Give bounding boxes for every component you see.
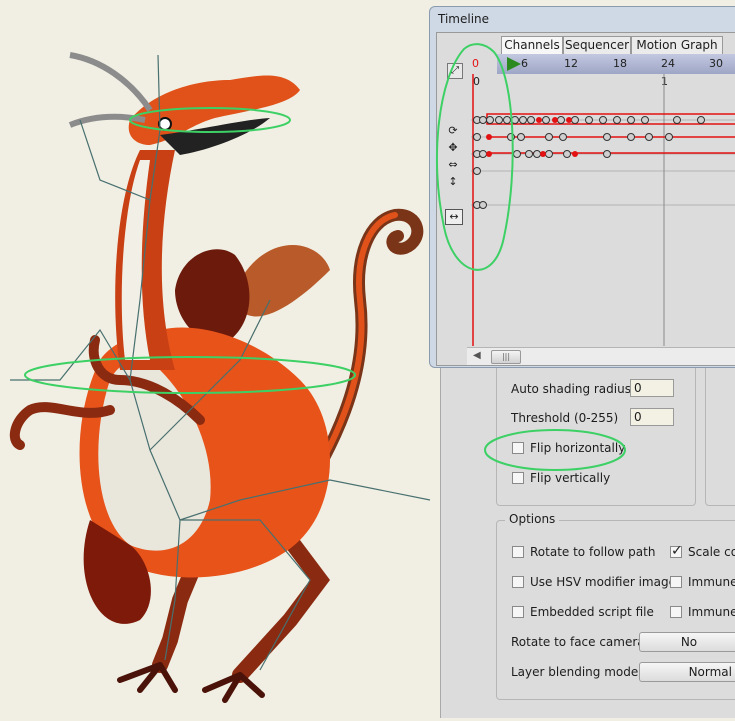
ruler-tick-24: 24 — [661, 57, 675, 70]
ruler-tick-18: 18 — [613, 57, 627, 70]
frame-ruler[interactable]: 0 6 12 18 24 30 — [472, 54, 735, 74]
rotate-face-camera-dropdown[interactable]: No — [639, 632, 735, 652]
rotate-follow-path-checkbox[interactable] — [512, 546, 524, 558]
timeline-window: Timeline ⤢ ⟳ ✥ ⇔ ↕ ↔ Channels Sequencer … — [429, 6, 735, 368]
auto-shading-radius-label: Auto shading radius — [511, 382, 631, 396]
tab-sequencer[interactable]: Sequencer — [563, 36, 631, 54]
timeline-title: Timeline — [438, 12, 490, 26]
ruler-tick-12: 12 — [564, 57, 578, 70]
embedded-script-checkbox[interactable] — [512, 606, 524, 618]
scroll-thumb[interactable]: ||| — [491, 350, 521, 364]
options-title: Options — [505, 512, 560, 526]
timeline-horizontal-scrollbar[interactable]: ◀ ||| — [467, 347, 735, 365]
annotation-circle — [484, 429, 626, 471]
rotate-follow-path-label[interactable]: Rotate to follow path — [530, 545, 655, 559]
use-hsv-checkbox[interactable] — [512, 576, 524, 588]
tab-motion-graph[interactable]: Motion Graph — [631, 36, 723, 54]
layer-blending-dropdown[interactable]: Normal — [639, 662, 735, 682]
immune-label-2[interactable]: Immune — [688, 605, 735, 619]
character-illustration — [9, 52, 431, 703]
immune-checkbox-2[interactable] — [670, 606, 682, 618]
ruler-tick-30: 30 — [709, 57, 723, 70]
immune-label-1[interactable]: Immune — [688, 575, 735, 589]
layer-blending-label: Layer blending mode — [511, 665, 639, 679]
scroll-left-icon[interactable]: ◀ — [473, 350, 481, 361]
character-canvas[interactable] — [0, 0, 440, 718]
use-hsv-label[interactable]: Use HSV modifier image — [530, 575, 676, 589]
scale-comp-label[interactable]: Scale com — [688, 545, 735, 559]
scale-comp-checkbox[interactable] — [670, 543, 683, 559]
embedded-script-label[interactable]: Embedded script file — [530, 605, 654, 619]
annotation-outline — [436, 43, 514, 271]
auto-shading-radius-input[interactable]: 0 — [630, 379, 674, 397]
right-group — [705, 350, 735, 506]
ruler-tick-6: 6 — [521, 57, 528, 70]
rotate-face-camera-label: Rotate to face camera — [511, 635, 645, 649]
immune-checkbox-1[interactable] — [670, 576, 682, 588]
